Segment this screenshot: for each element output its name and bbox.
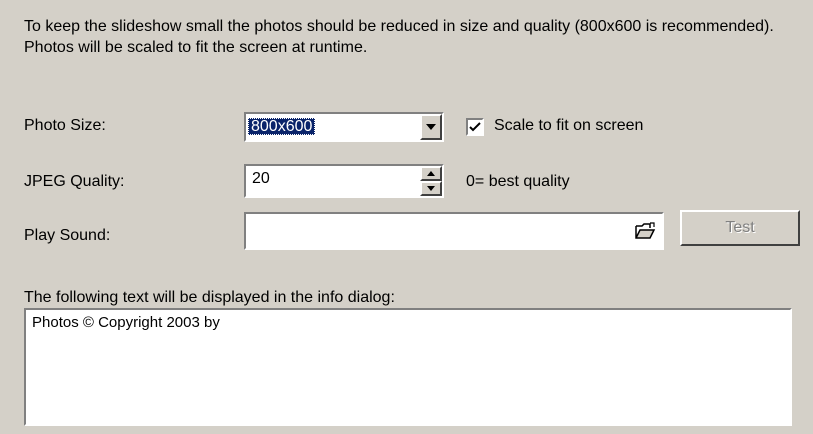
jpeg-quality-hint: 0= best quality [466,173,570,190]
arrow-up-icon [427,171,435,176]
photo-size-value: 800x600 [248,118,316,135]
info-label: The following text will be displayed in … [24,289,395,306]
photo-size-label: Photo Size: [24,117,106,134]
jpeg-quality-spinner[interactable]: 20 [244,164,444,198]
folder-open-icon [635,222,656,239]
check-icon [469,122,481,132]
scale-checkbox-label[interactable]: Scale to fit on screen [494,117,643,135]
chevron-down-icon [426,124,436,130]
photo-size-select[interactable]: 800x600 [244,112,444,142]
browse-button[interactable] [634,221,656,246]
intro-text: To keep the slideshow small the photos s… [24,18,774,56]
test-button-label: Test [725,219,755,236]
test-button[interactable]: Test [680,210,800,246]
play-sound-label: Play Sound: [24,227,111,244]
info-text: Photos © Copyright 2003 by [32,314,220,331]
play-sound-field[interactable] [244,212,664,250]
arrow-down-icon [427,186,435,191]
dropdown-button[interactable] [420,114,442,140]
spin-up-button[interactable] [420,166,442,181]
jpeg-quality-label: JPEG Quality: [24,173,125,190]
spin-down-button[interactable] [420,181,442,196]
jpeg-quality-value: 20 [252,170,270,187]
info-textarea[interactable]: Photos © Copyright 2003 by [24,308,792,426]
scale-checkbox[interactable] [466,118,484,136]
